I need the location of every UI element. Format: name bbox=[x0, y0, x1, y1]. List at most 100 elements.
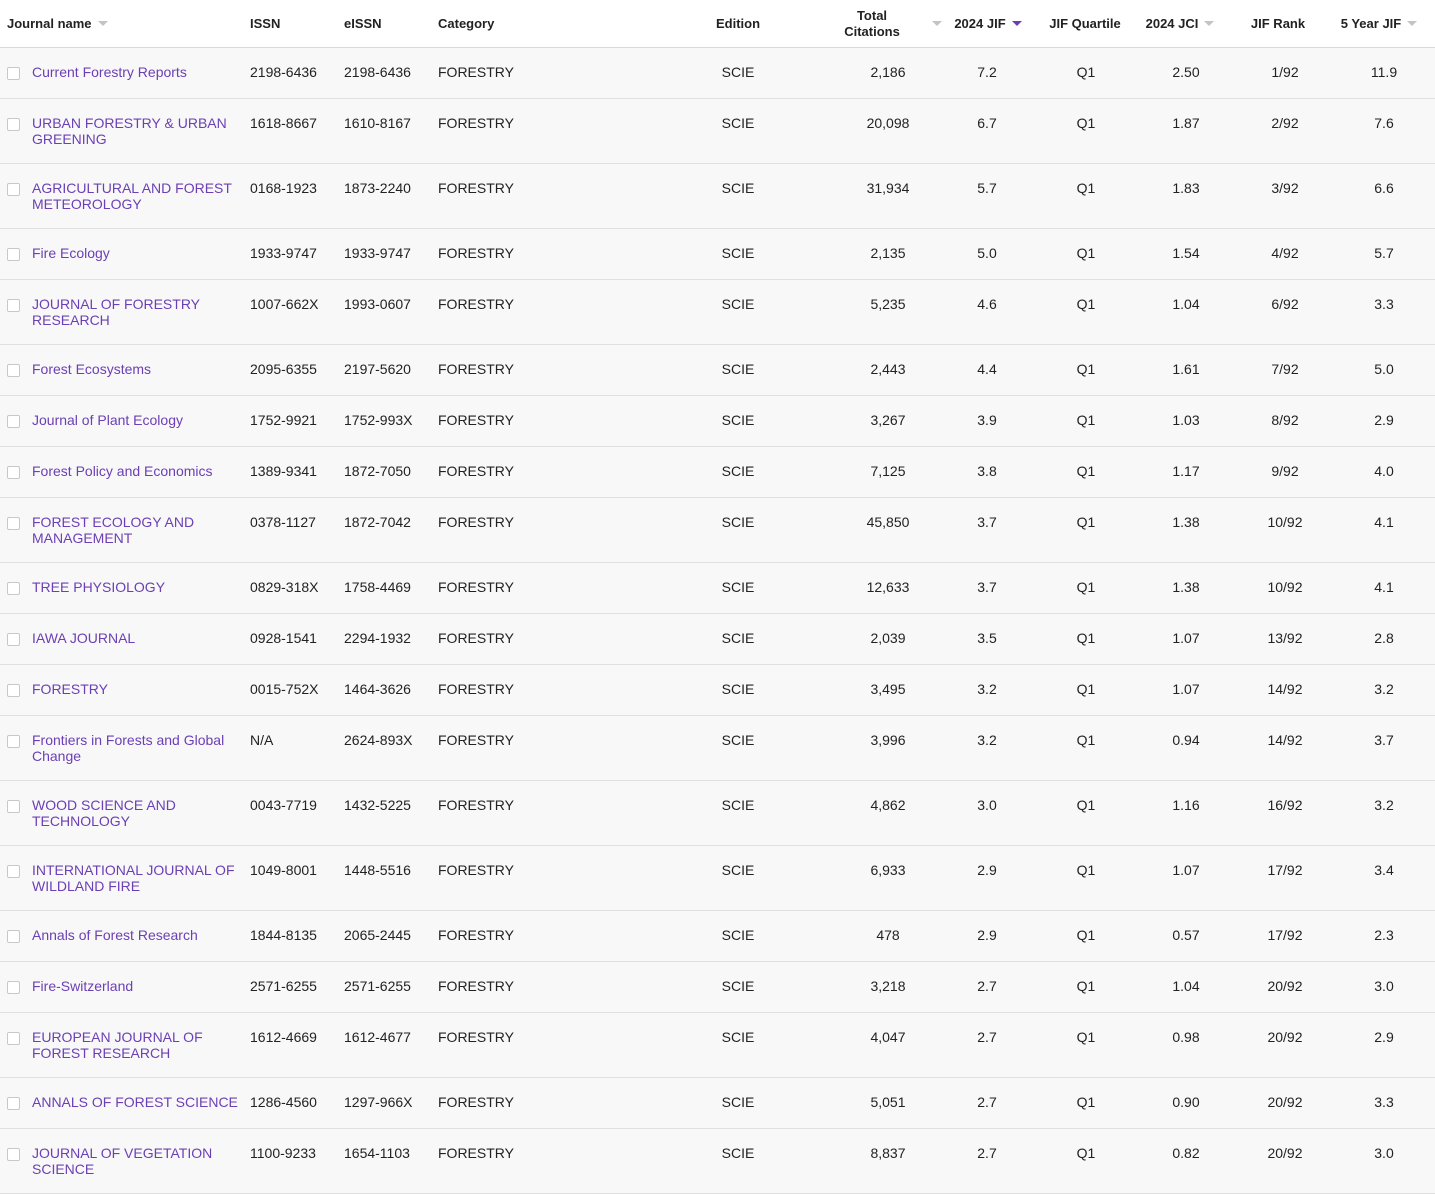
citations-cell: 45,850 bbox=[866, 514, 910, 530]
edition-cell: SCIE bbox=[721, 797, 755, 813]
journal-name-link[interactable]: JOURNAL OF VEGETATION SCIENCE bbox=[32, 1145, 246, 1177]
table-header: Journal name ISSN eISSN Category Edition… bbox=[0, 0, 1435, 48]
row-checkbox[interactable] bbox=[7, 684, 20, 697]
sort-arrow-icon[interactable] bbox=[1407, 21, 1418, 26]
category-cell: FORESTRY bbox=[438, 64, 514, 80]
row-checkbox[interactable] bbox=[7, 865, 20, 878]
sort-active-arrow-icon[interactable] bbox=[1011, 21, 1022, 26]
category-cell: FORESTRY bbox=[438, 630, 514, 646]
col-issn[interactable]: ISSN bbox=[250, 0, 330, 47]
row-checkbox[interactable] bbox=[7, 466, 20, 479]
row-checkbox[interactable] bbox=[7, 582, 20, 595]
jci-cell: 1.04 bbox=[1172, 296, 1200, 312]
category-cell: FORESTRY bbox=[438, 579, 514, 595]
journal-name-link[interactable]: Fire-Switzerland bbox=[32, 978, 246, 994]
row-checkbox[interactable] bbox=[7, 67, 20, 80]
citations-cell: 2,443 bbox=[870, 361, 906, 377]
journal-name-link[interactable]: EUROPEAN JOURNAL OF FOREST RESEARCH bbox=[32, 1029, 246, 1061]
col-jci[interactable]: 2024 JCI bbox=[1140, 0, 1220, 47]
edition-cell: SCIE bbox=[721, 681, 755, 697]
journal-name-link[interactable]: AGRICULTURAL AND FOREST METEOROLOGY bbox=[32, 180, 246, 212]
journal-name-link[interactable]: Journal of Plant Ecology bbox=[32, 412, 246, 428]
journal-name-link[interactable]: FOREST ECOLOGY AND MANAGEMENT bbox=[32, 514, 246, 546]
issn-cell: 0168-1923 bbox=[250, 180, 317, 196]
five-year-jif-cell: 11.9 bbox=[1370, 64, 1398, 80]
jci-cell: 0.90 bbox=[1172, 1094, 1200, 1110]
quartile-cell: Q1 bbox=[1076, 732, 1096, 748]
col-eissn[interactable]: eISSN bbox=[344, 0, 424, 47]
category-cell: FORESTRY bbox=[438, 927, 514, 943]
jci-cell: 0.82 bbox=[1172, 1145, 1200, 1161]
row-checkbox[interactable] bbox=[7, 735, 20, 748]
col-jif-label: 2024 JIF bbox=[954, 15, 1006, 31]
rank-cell: 8/92 bbox=[1271, 412, 1299, 428]
col-jif-quartile[interactable]: JIF Quartile bbox=[1040, 0, 1130, 47]
col-jif-quartile-label: JIF Quartile bbox=[1049, 15, 1121, 31]
jif-cell: 2.9 bbox=[977, 862, 997, 878]
col-jif[interactable]: 2024 JIF bbox=[948, 0, 1028, 47]
journal-name-link[interactable]: Annals of Forest Research bbox=[32, 927, 246, 943]
journal-name-link[interactable]: ANNALS OF FOREST SCIENCE bbox=[32, 1094, 246, 1110]
row-checkbox[interactable] bbox=[7, 183, 20, 196]
journal-name-link[interactable]: Forest Policy and Economics bbox=[32, 463, 246, 479]
journal-name-link[interactable]: INTERNATIONAL JOURNAL OF WILDLAND FIRE bbox=[32, 862, 246, 894]
jif-cell: 2.7 bbox=[977, 978, 997, 994]
table-row: IAWA JOURNAL 0928-1541 2294-1932 FORESTR… bbox=[0, 614, 1435, 665]
table-row: Fire-Switzerland 2571-6255 2571-6255 FOR… bbox=[0, 962, 1435, 1013]
citations-cell: 7,125 bbox=[870, 463, 906, 479]
col-five-year-jif[interactable]: 5 Year JIF bbox=[1334, 0, 1424, 47]
issn-cell: 1618-8667 bbox=[250, 115, 317, 131]
journal-name-link[interactable]: URBAN FORESTRY & URBAN GREENING bbox=[32, 115, 246, 147]
sort-arrow-icon[interactable] bbox=[97, 21, 108, 26]
journal-name-link[interactable]: Forest Ecosystems bbox=[32, 361, 246, 377]
row-checkbox[interactable] bbox=[7, 800, 20, 813]
rank-cell: 17/92 bbox=[1267, 927, 1303, 943]
journal-name-link[interactable]: WOOD SCIENCE AND TECHNOLOGY bbox=[32, 797, 246, 829]
eissn-cell: 1752-993X bbox=[344, 412, 413, 428]
edition-cell: SCIE bbox=[721, 978, 755, 994]
sort-arrow-icon[interactable] bbox=[1204, 21, 1215, 26]
eissn-cell: 1610-8167 bbox=[344, 115, 411, 131]
table-row: Annals of Forest Research 1844-8135 2065… bbox=[0, 911, 1435, 962]
jci-cell: 0.98 bbox=[1172, 1029, 1200, 1045]
rank-cell: 2/92 bbox=[1271, 115, 1299, 131]
sort-arrow-icon[interactable] bbox=[931, 21, 942, 26]
rank-cell: 3/92 bbox=[1271, 180, 1299, 196]
row-checkbox[interactable] bbox=[7, 364, 20, 377]
row-checkbox[interactable] bbox=[7, 517, 20, 530]
col-jif-rank[interactable]: JIF Rank bbox=[1238, 0, 1318, 47]
col-total-citations[interactable]: Total Citations bbox=[838, 0, 948, 47]
row-checkbox[interactable] bbox=[7, 118, 20, 131]
eissn-cell: 1872-7042 bbox=[344, 514, 411, 530]
col-journal-name[interactable]: Journal name bbox=[7, 0, 237, 47]
table-row: FOREST ECOLOGY AND MANAGEMENT 0378-1127 … bbox=[0, 498, 1435, 563]
row-checkbox[interactable] bbox=[7, 1148, 20, 1161]
journal-name-link[interactable]: Current Forestry Reports bbox=[32, 64, 246, 80]
journal-name-link[interactable]: Fire Ecology bbox=[32, 245, 246, 261]
journal-name-link[interactable]: TREE PHYSIOLOGY bbox=[32, 579, 246, 595]
category-cell: FORESTRY bbox=[438, 862, 514, 878]
quartile-cell: Q1 bbox=[1076, 1094, 1096, 1110]
jci-cell: 1.54 bbox=[1172, 245, 1200, 261]
table-row: Fire Ecology 1933-9747 1933-9747 FORESTR… bbox=[0, 229, 1435, 280]
row-checkbox[interactable] bbox=[7, 248, 20, 261]
row-checkbox[interactable] bbox=[7, 981, 20, 994]
journal-name-link[interactable]: FORESTRY bbox=[32, 681, 246, 697]
row-checkbox[interactable] bbox=[7, 1032, 20, 1045]
journal-name-link[interactable]: JOURNAL OF FORESTRY RESEARCH bbox=[32, 296, 246, 328]
eissn-cell: 2571-6255 bbox=[344, 978, 411, 994]
col-edition[interactable]: Edition bbox=[698, 0, 778, 47]
row-checkbox[interactable] bbox=[7, 930, 20, 943]
issn-cell: 0829-318X bbox=[250, 579, 319, 595]
journal-name-link[interactable]: Frontiers in Forests and Global Change bbox=[32, 732, 246, 764]
row-checkbox[interactable] bbox=[7, 299, 20, 312]
row-checkbox[interactable] bbox=[7, 633, 20, 646]
journal-name-link[interactable]: IAWA JOURNAL bbox=[32, 630, 246, 646]
quartile-cell: Q1 bbox=[1076, 927, 1096, 943]
col-category[interactable]: Category bbox=[438, 0, 558, 47]
row-checkbox[interactable] bbox=[7, 415, 20, 428]
jif-cell: 3.9 bbox=[977, 412, 997, 428]
citations-cell: 2,186 bbox=[870, 64, 906, 80]
row-checkbox[interactable] bbox=[7, 1097, 20, 1110]
category-cell: FORESTRY bbox=[438, 245, 514, 261]
